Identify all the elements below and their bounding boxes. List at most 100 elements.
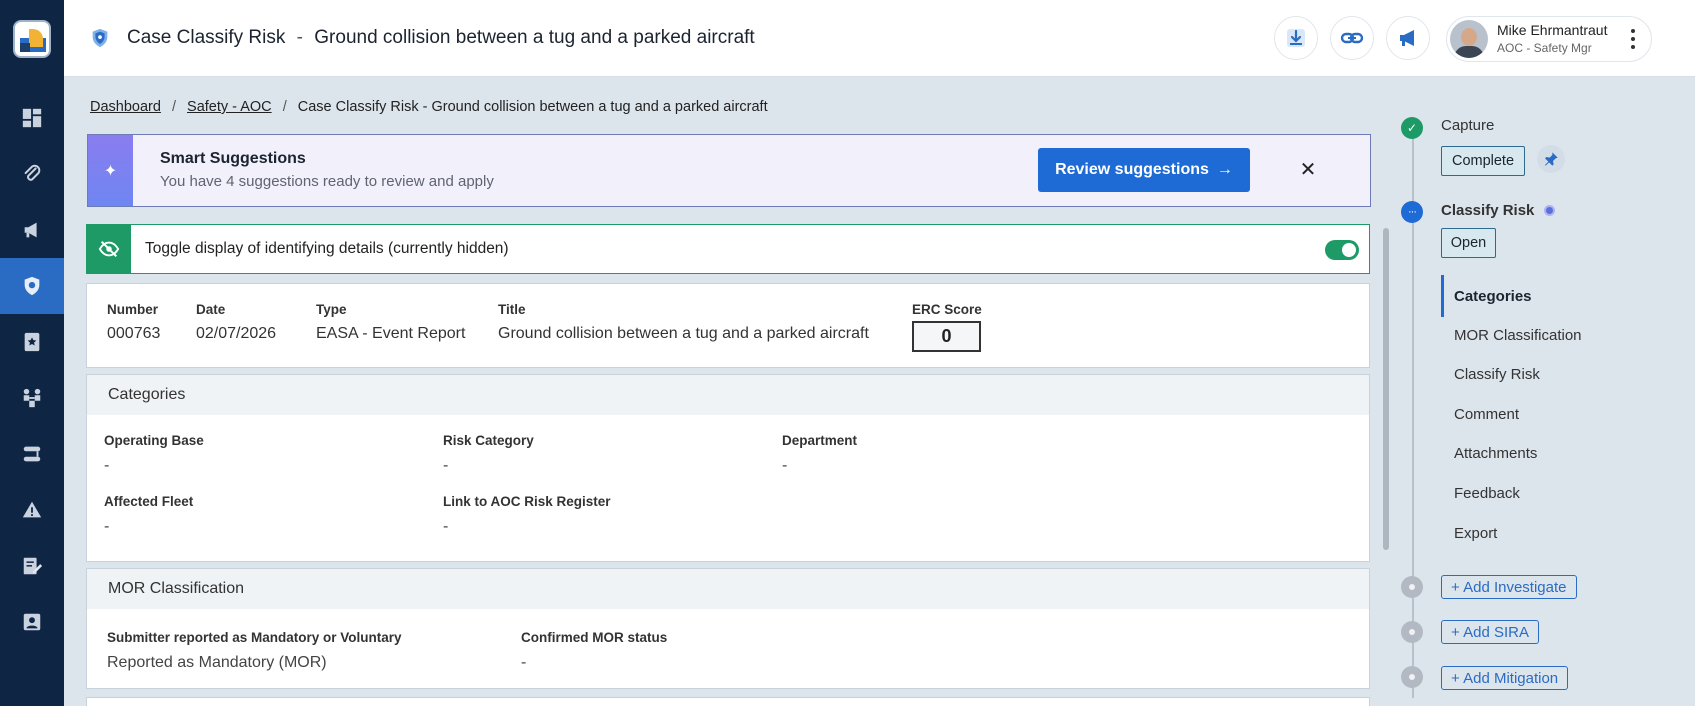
- add-mitigation-button[interactable]: + Add Mitigation: [1441, 666, 1569, 690]
- field-label: Link to AOC Risk Register: [443, 494, 611, 509]
- user-directory-icon[interactable]: [0, 594, 64, 650]
- step-capture-label: Capture: [1441, 117, 1495, 134]
- field-value: 000763: [107, 325, 161, 342]
- identifying-details-toggle-bar: Toggle display of identifying details (c…: [86, 224, 1370, 274]
- case-title: Ground collision between a tug and a par…: [314, 27, 755, 48]
- field-label: Type: [316, 302, 347, 317]
- field-value: Ground collision between a tug and a par…: [498, 325, 869, 342]
- case-info-card: Number 000763 Date 02/07/2026 Type EASA …: [86, 283, 1370, 368]
- add-sira-button[interactable]: + Add SIRA: [1441, 620, 1539, 644]
- pin-button[interactable]: [1537, 145, 1565, 173]
- safety-shield-icon[interactable]: [0, 258, 64, 314]
- categories-section: Categories Operating Base - Risk Categor…: [86, 374, 1370, 562]
- field-value: -: [443, 457, 449, 474]
- type-field: Type EASA - Event Report: [316, 302, 465, 343]
- breadcrumb-current: Case Classify Risk - Ground collision be…: [297, 99, 768, 115]
- operating-base-field: Operating Base -: [104, 433, 204, 475]
- left-sidebar: [0, 0, 64, 706]
- org-chart-icon[interactable]: [0, 370, 64, 426]
- copy-link-button[interactable]: [1330, 16, 1374, 60]
- next-section-card: [86, 697, 1370, 706]
- title-separator: -: [296, 27, 303, 48]
- breadcrumb-separator: /: [171, 99, 176, 115]
- erc-score-field: ERC Score 0: [912, 302, 982, 352]
- sparkle-icon: ✦: [88, 135, 133, 206]
- field-value: Reported as Mandatory (MOR): [107, 654, 327, 671]
- breadcrumb-separator: /: [282, 99, 287, 115]
- user-role: AOC - Safety Mgr: [1497, 41, 1592, 55]
- safety-shield-icon: [92, 28, 108, 48]
- field-value: -: [104, 518, 110, 535]
- user-name: Mike Ehrmantraut: [1497, 22, 1608, 38]
- field-value: -: [521, 654, 527, 671]
- pending-step-icon: [1401, 666, 1423, 688]
- field-label: Number: [107, 302, 159, 317]
- link-icon: [1340, 32, 1364, 44]
- breadcrumb-safety-aoc[interactable]: Safety - AOC: [187, 99, 272, 115]
- warning-icon[interactable]: [0, 482, 64, 538]
- suggestions-title: Smart Suggestions: [160, 150, 306, 167]
- download-button[interactable]: [1274, 16, 1318, 60]
- erc-score-label: ERC Score: [912, 302, 982, 317]
- dashboard-icon[interactable]: [0, 90, 64, 146]
- in-progress-icon: ···: [1401, 201, 1423, 223]
- pending-step-icon: [1401, 576, 1423, 598]
- field-label: Department: [782, 433, 858, 448]
- edit-document-icon[interactable]: [0, 538, 64, 594]
- user-menu[interactable]: Mike Ehrmantraut AOC - Safety Mgr: [1446, 16, 1652, 62]
- mor-classification-section: MOR Classification Submitter reported as…: [86, 568, 1370, 689]
- toggle-label: Toggle display of identifying details (c…: [145, 240, 509, 257]
- subnav-mor-classification[interactable]: MOR Classification: [1454, 327, 1582, 344]
- main-scrollbar[interactable]: [1383, 228, 1389, 550]
- case-label: Case: [127, 27, 172, 48]
- breadcrumb-dashboard[interactable]: Dashboard: [90, 99, 161, 115]
- field-value: -: [782, 457, 788, 474]
- subnav-active-indicator: [1441, 275, 1444, 317]
- subnav-classify-risk[interactable]: Classify Risk: [1454, 366, 1540, 383]
- capture-status-badge[interactable]: Complete: [1441, 146, 1525, 176]
- megaphone-icon: [1400, 30, 1414, 46]
- review-suggestions-button[interactable]: Review suggestions →: [1038, 148, 1250, 192]
- pending-step-icon: [1401, 621, 1423, 643]
- suggestions-subtitle: You have 4 suggestions ready to review a…: [160, 173, 494, 190]
- active-indicator-dot: [1544, 205, 1555, 216]
- smart-suggestions-banner: ✦ Smart Suggestions You have 4 suggestio…: [87, 134, 1371, 207]
- field-label: Title: [498, 302, 526, 317]
- field-value: -: [443, 518, 449, 535]
- section-header: MOR Classification: [87, 569, 1369, 609]
- starred-report-icon[interactable]: [0, 314, 64, 370]
- step-classify-label: Classify Risk: [1441, 202, 1535, 219]
- stage-label: Classify Risk: [176, 27, 286, 48]
- subnav-categories[interactable]: Categories: [1454, 288, 1532, 305]
- review-suggestions-label: Review suggestions: [1055, 161, 1209, 178]
- title-field: Title Ground collision between a tug and…: [498, 302, 869, 343]
- date-field: Date 02/07/2026: [196, 302, 276, 343]
- section-title: Categories: [108, 386, 186, 403]
- identifying-details-switch[interactable]: [1325, 240, 1359, 260]
- subnav-attachments[interactable]: Attachments: [1454, 445, 1537, 462]
- page-title: Case Classify Risk - Ground collision be…: [127, 27, 755, 49]
- affected-fleet-field: Affected Fleet -: [104, 494, 193, 536]
- classify-status-badge[interactable]: Open: [1441, 228, 1496, 258]
- breadcrumb: Dashboard / Safety - AOC / Case Classify…: [90, 99, 768, 115]
- department-field: Department -: [782, 433, 857, 475]
- subnav-export[interactable]: Export: [1454, 525, 1497, 542]
- subnav-feedback[interactable]: Feedback: [1454, 485, 1520, 502]
- attachment-icon[interactable]: [0, 146, 64, 202]
- field-value: -: [104, 457, 110, 474]
- more-options-icon[interactable]: [1630, 29, 1636, 49]
- announce-button[interactable]: [1386, 16, 1430, 60]
- field-label: Date: [196, 302, 226, 317]
- app-logo[interactable]: [13, 20, 51, 58]
- download-icon: [1287, 29, 1305, 47]
- megaphone-icon[interactable]: [0, 202, 64, 258]
- arrow-right-icon: →: [1216, 161, 1233, 178]
- add-investigate-button[interactable]: + Add Investigate: [1441, 575, 1577, 599]
- field-label: Risk Category: [443, 433, 534, 448]
- field-value: EASA - Event Report: [316, 325, 466, 342]
- close-icon[interactable]: ✕: [1297, 159, 1319, 181]
- check-icon: ✓: [1401, 117, 1423, 139]
- subnav-comment[interactable]: Comment: [1454, 406, 1519, 423]
- workflow-icon[interactable]: [0, 426, 64, 482]
- risk-category-field: Risk Category -: [443, 433, 534, 475]
